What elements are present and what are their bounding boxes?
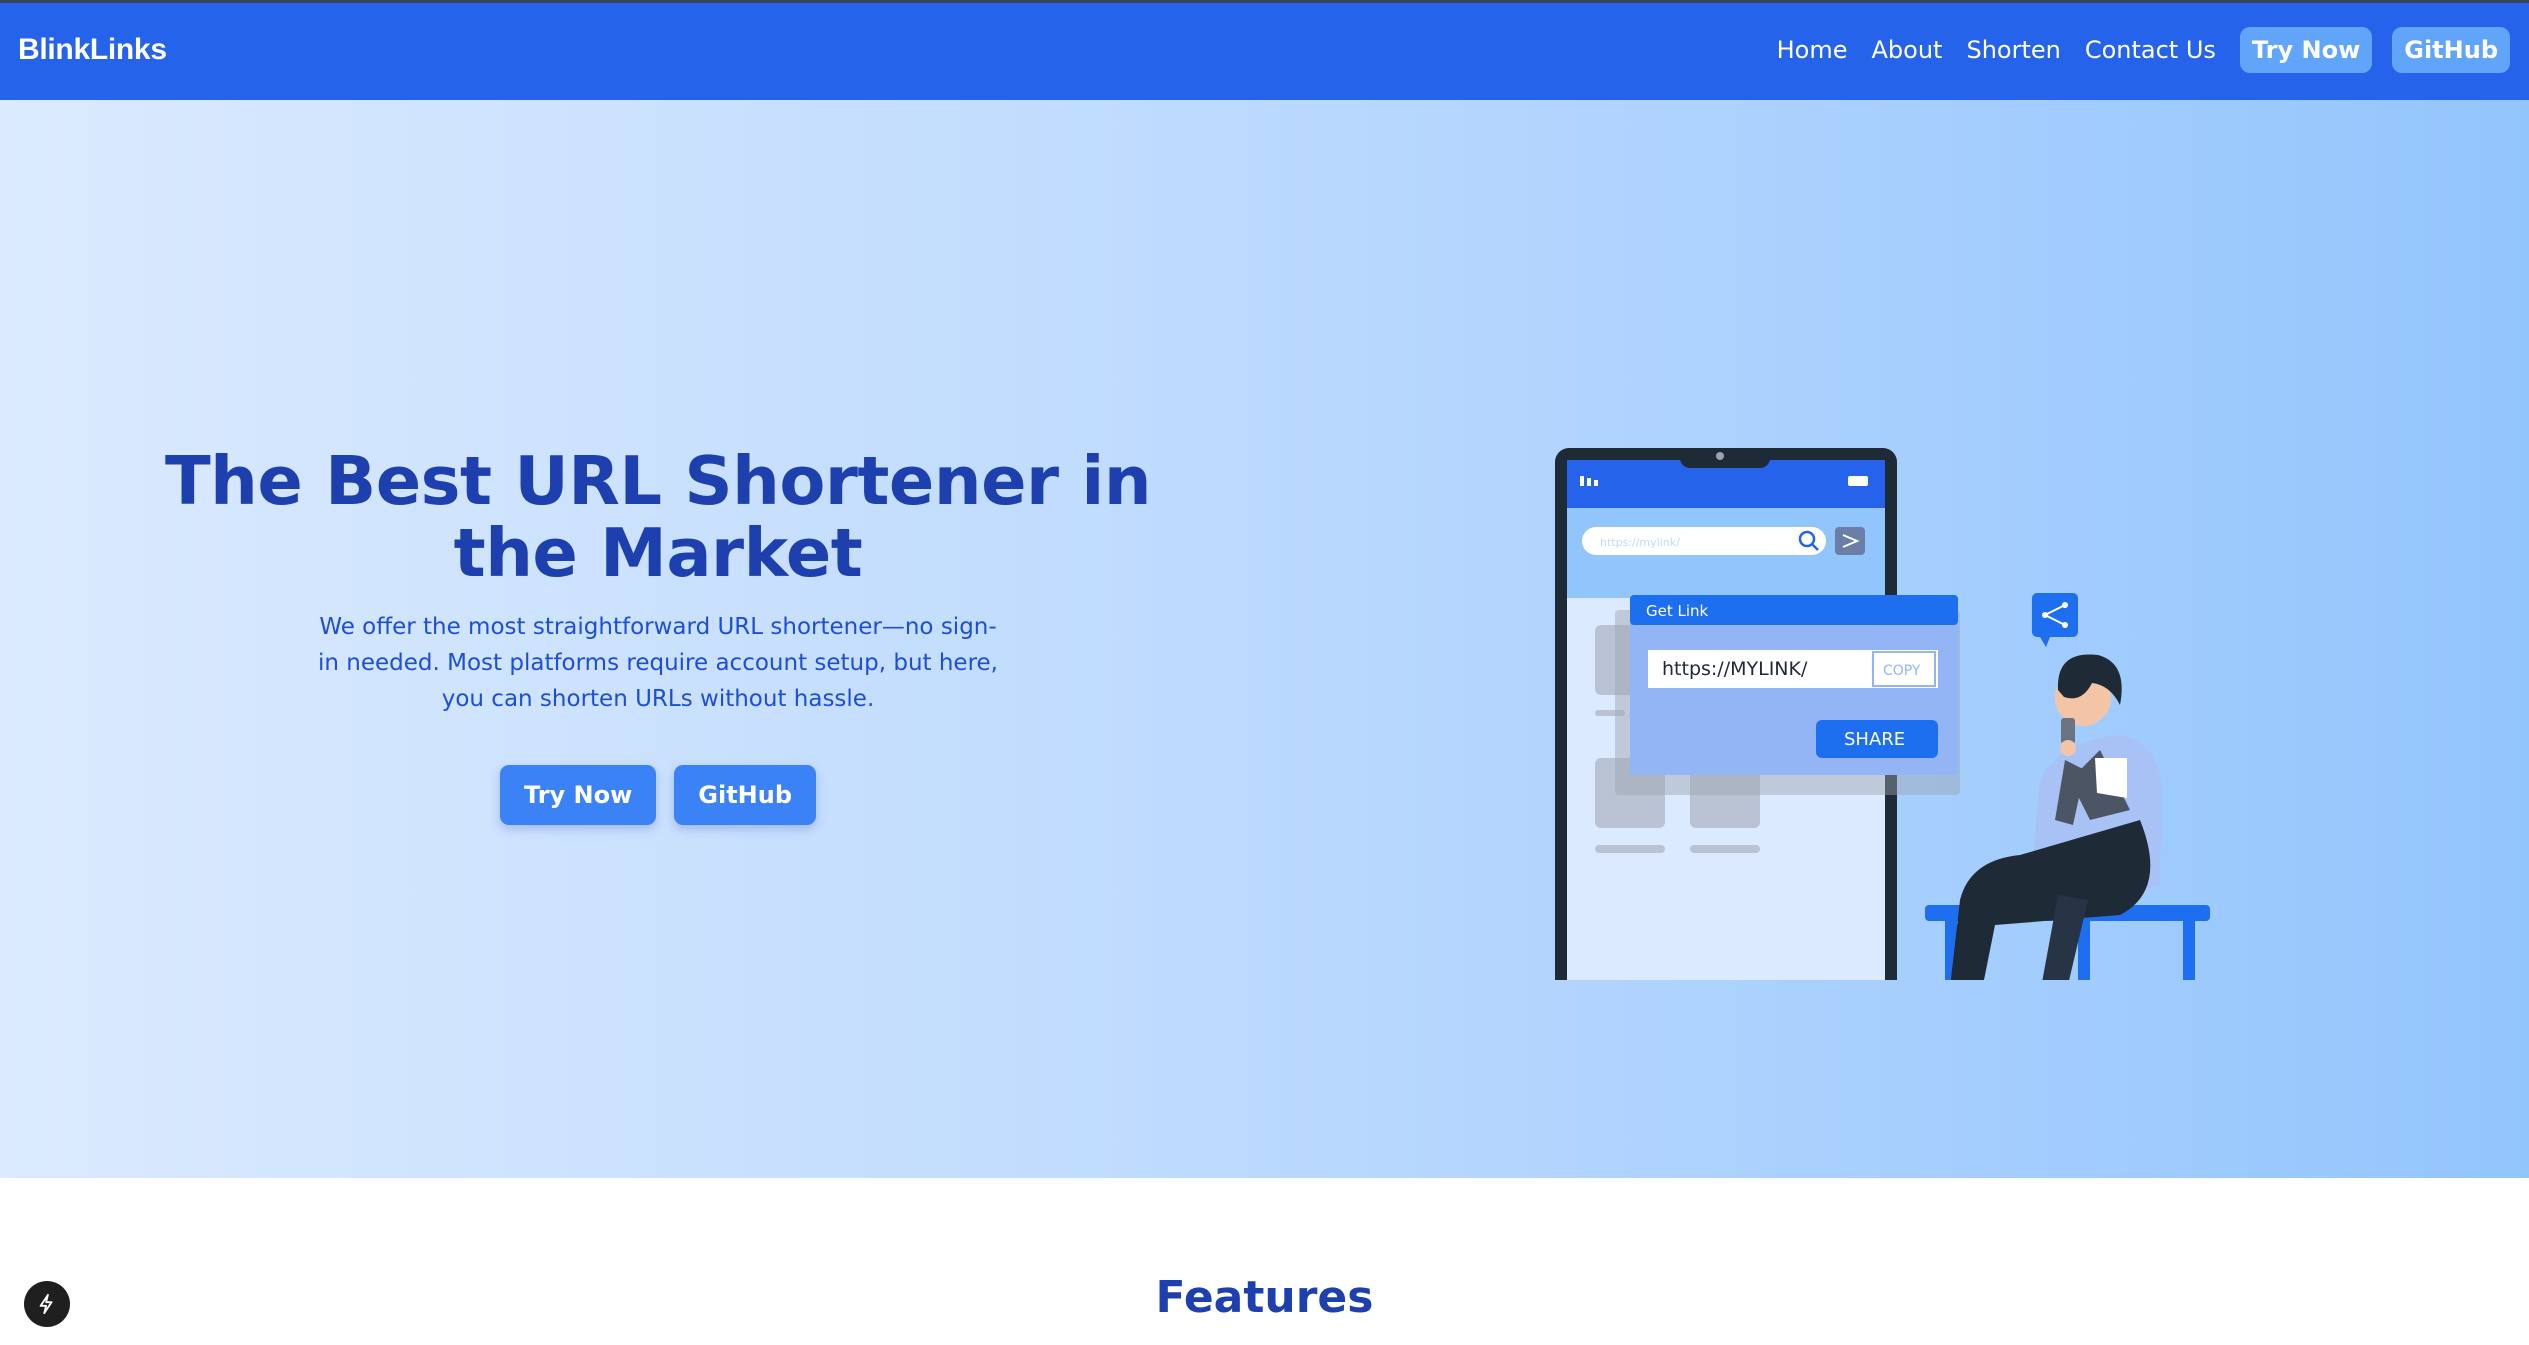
hero-title: The Best URL Shortener in the Market	[164, 442, 1152, 592]
nav-github-button[interactable]: GitHub	[2392, 27, 2510, 73]
url-placeholder-text: https://mylink/	[1600, 536, 1680, 549]
hero-section: The Best URL Shortener in the Market We …	[0, 100, 2529, 1178]
nav-link-about[interactable]: About	[1871, 27, 1942, 73]
copy-label: COPY	[1883, 663, 1921, 679]
hero-try-now-button[interactable]: Try Now	[499, 765, 657, 825]
nav-try-now-button[interactable]: Try Now	[2239, 27, 2373, 73]
lightning-icon	[39, 1293, 53, 1315]
hero-github-button[interactable]: GitHub	[674, 765, 817, 825]
hero-subtitle: We offer the most straightforward URL sh…	[318, 614, 998, 712]
share-icon	[2032, 593, 2078, 647]
features-title: Features	[1155, 1272, 1374, 1323]
share-label: SHARE	[1844, 729, 1905, 750]
link-value-text: https://MYLINK/	[1662, 658, 1808, 680]
person-figure	[1950, 654, 2162, 980]
nav-link-contact[interactable]: Contact Us	[2085, 27, 2216, 73]
dev-tools-button[interactable]	[24, 1281, 70, 1327]
hero-illustration: https://mylink/ Get Link https://MYLINK/…	[1555, 448, 2210, 980]
nav-link-home[interactable]: Home	[1777, 27, 1848, 73]
get-link-title: Get Link	[1646, 602, 1709, 620]
nav-links: Home About Shorten Contact Us Try Now Gi…	[1777, 27, 2510, 73]
nav-link-shorten[interactable]: Shorten	[1966, 27, 2060, 73]
hero-buttons: Try Now GitHub	[100, 765, 1216, 825]
brand-logo[interactable]: BlinkLinks	[18, 33, 167, 67]
top-navbar: BlinkLinks Home About Shorten Contact Us…	[0, 3, 2529, 100]
hero-content: The Best URL Shortener in the Market We …	[100, 445, 1216, 825]
